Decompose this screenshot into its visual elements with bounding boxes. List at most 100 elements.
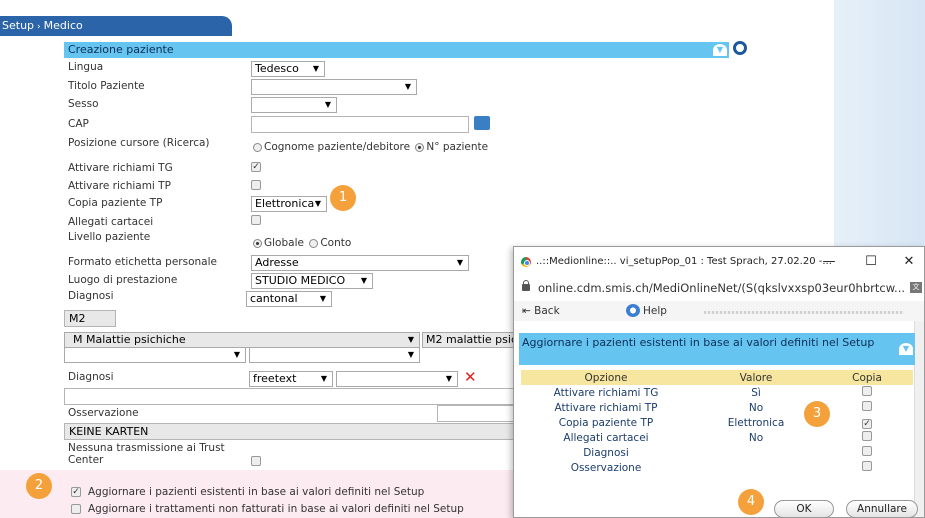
search-address-icon[interactable]: [474, 116, 490, 130]
help-button[interactable]: Help: [643, 305, 667, 317]
column-valore: Valore: [691, 370, 821, 385]
posizione-radio-group: Cognome paziente/debitore N° paziente: [253, 141, 488, 153]
allegati-checkbox[interactable]: [251, 215, 261, 225]
close-button[interactable]: ✕: [894, 247, 924, 277]
breadcrumb: Setup › Medico: [0, 16, 232, 36]
diagnosi2-type-select[interactable]: freetext ▼: [249, 371, 333, 387]
help-icon[interactable]: [626, 304, 640, 317]
aggiorna-trattamenti-label: Aggiornare i trattamenti non fatturati i…: [88, 503, 464, 515]
livello-label: Livello paziente: [68, 231, 151, 243]
allegati-label: Allegati cartacei: [68, 216, 154, 228]
options-table: Opzione Valore Copia Attivare richiami T…: [521, 370, 913, 475]
option-name: Allegati cartacei: [563, 431, 649, 444]
table-row: Osservazione: [521, 460, 913, 475]
section-header: Creazione paziente ▼: [64, 42, 729, 58]
diagnosi2-label: Diagnosi: [68, 371, 114, 383]
richiami-tg-label: Attivare richiami TG: [68, 162, 173, 174]
back-icon: ⇤: [522, 305, 531, 317]
sesso-select[interactable]: ▼: [251, 97, 337, 113]
osservazione-input[interactable]: KEINE KARTEN: [64, 423, 519, 440]
copia-tp-select[interactable]: Elettronica ▼: [251, 196, 327, 212]
radio-conto[interactable]: [309, 238, 319, 248]
diagnosi2-select[interactable]: ▼: [336, 371, 458, 387]
collapse-icon[interactable]: ▼: [899, 343, 913, 355]
copy-checkbox[interactable]: [862, 386, 872, 396]
chevron-down-icon: ▼: [320, 374, 327, 383]
collapse-icon[interactable]: ▼: [713, 44, 727, 56]
chevron-down-icon: ▼: [407, 350, 414, 359]
breadcrumb-medico[interactable]: Medico: [44, 19, 83, 32]
diagnosi-main-select[interactable]: M Malattie psichiche ▼: [64, 332, 420, 348]
badge-1: 1: [330, 185, 356, 211]
chevron-down-icon: ▼: [404, 82, 411, 91]
popup-window-title: ..::Medionline::.. vi_setupPop_01 : Test…: [536, 256, 832, 267]
aggiorna-trattamenti-checkbox[interactable]: [71, 504, 81, 514]
radio-globale[interactable]: [253, 238, 262, 248]
minimize-button[interactable]: —: [814, 247, 844, 277]
copy-checkbox[interactable]: [862, 431, 872, 441]
breadcrumb-separator: ›: [37, 22, 41, 32]
chevron-down-icon: ▼: [312, 64, 319, 73]
option-value: Elettronica: [727, 416, 785, 429]
diagnosi-extra-select-1[interactable]: ▼: [64, 347, 246, 363]
popup-titlebar: ..::Medionline::.. vi_setupPop_01 : Test…: [514, 247, 924, 277]
popup-section-header: Aggiornare i pazienti esistenti in base …: [519, 333, 915, 365]
radio-cognome[interactable]: [253, 142, 262, 152]
table-row: Attivare richiami TP No: [521, 400, 913, 415]
toolbar-divider: [704, 311, 904, 314]
aggiorna-pazienti-label: Aggiornare i pazienti esistenti in base …: [88, 486, 425, 498]
option-name: Attivare richiami TP: [554, 401, 658, 414]
column-opzione: Opzione: [521, 370, 691, 385]
copy-checkbox[interactable]: [862, 461, 872, 471]
richiami-tg-checkbox[interactable]: ✓: [251, 162, 261, 172]
formato-select[interactable]: Adresse ▼: [251, 255, 469, 271]
popup-scrollbar[interactable]: [914, 321, 924, 517]
cancel-button[interactable]: Annullare: [846, 500, 918, 518]
osservazione-side-input[interactable]: [437, 405, 519, 422]
ok-button[interactable]: OK: [774, 500, 834, 518]
delete-icon[interactable]: ✕: [464, 368, 477, 386]
copy-checkbox[interactable]: [862, 446, 872, 456]
trust-label: Nessuna trasmissione ai Trust Center: [68, 442, 225, 466]
breadcrumb-setup[interactable]: Setup: [2, 19, 34, 32]
aggiorna-pazienti-checkbox[interactable]: ✓: [71, 487, 81, 497]
copy-cell: [821, 460, 913, 475]
table-row: Copia paziente TP Elettronica ✓: [521, 415, 913, 430]
badge-2: 2: [26, 473, 52, 499]
chevron-down-icon: ▼: [314, 199, 321, 208]
chevron-down-icon: ▼: [324, 100, 331, 109]
livello-radio-group: Globale Conto: [253, 237, 351, 249]
trust-checkbox[interactable]: [251, 456, 261, 466]
diagnosi-label: Diagnosi: [68, 290, 114, 302]
table-row: Allegati cartacei No: [521, 430, 913, 445]
diagnosi-extra-select-2[interactable]: ▼: [249, 347, 420, 363]
titolo-select[interactable]: ▼: [251, 79, 417, 95]
popup-window: ..::Medionline::.. vi_setupPop_01 : Test…: [513, 246, 925, 518]
popup-address-bar[interactable]: online.cdm.smis.ch/MediOnlineNet/(S(qksl…: [514, 277, 924, 299]
copy-checkbox[interactable]: ✓: [862, 418, 872, 429]
radio-npaziente-label: N° paziente: [426, 141, 489, 153]
chevron-down-icon: ▼: [456, 258, 463, 267]
richiami-tp-label: Attivare richiami TP: [68, 180, 171, 192]
lingua-select[interactable]: Tedesco ▼: [251, 61, 325, 77]
radio-npaziente[interactable]: [415, 142, 425, 152]
diagnosi-type-select[interactable]: cantonal ▼: [246, 291, 332, 307]
posizione-label: Posizione cursore (Ricerca): [68, 137, 210, 149]
copy-checkbox[interactable]: [862, 401, 872, 411]
richiami-tp-checkbox[interactable]: [251, 180, 261, 190]
chrome-icon: [520, 256, 532, 268]
maximize-button[interactable]: ☐: [856, 247, 886, 277]
sesso-label: Sesso: [68, 98, 99, 110]
lingua-value: Tedesco: [255, 62, 299, 75]
cap-input[interactable]: [251, 116, 469, 133]
option-value: No: [748, 431, 764, 444]
translate-icon[interactable]: 文: [910, 282, 922, 293]
diagnosi-sub-select[interactable]: M2 malattie psich: [422, 332, 519, 348]
titolo-label: Titolo Paziente: [68, 80, 145, 92]
diagnosi-code-input[interactable]: M2: [64, 310, 116, 327]
back-button[interactable]: ⇤ Back: [522, 305, 560, 317]
refresh-icon[interactable]: [733, 41, 747, 55]
diagnosi2-text-input[interactable]: [64, 388, 519, 405]
copy-cell: ✓: [821, 415, 913, 430]
luogo-select[interactable]: STUDIO MEDICO ▼: [251, 273, 373, 289]
